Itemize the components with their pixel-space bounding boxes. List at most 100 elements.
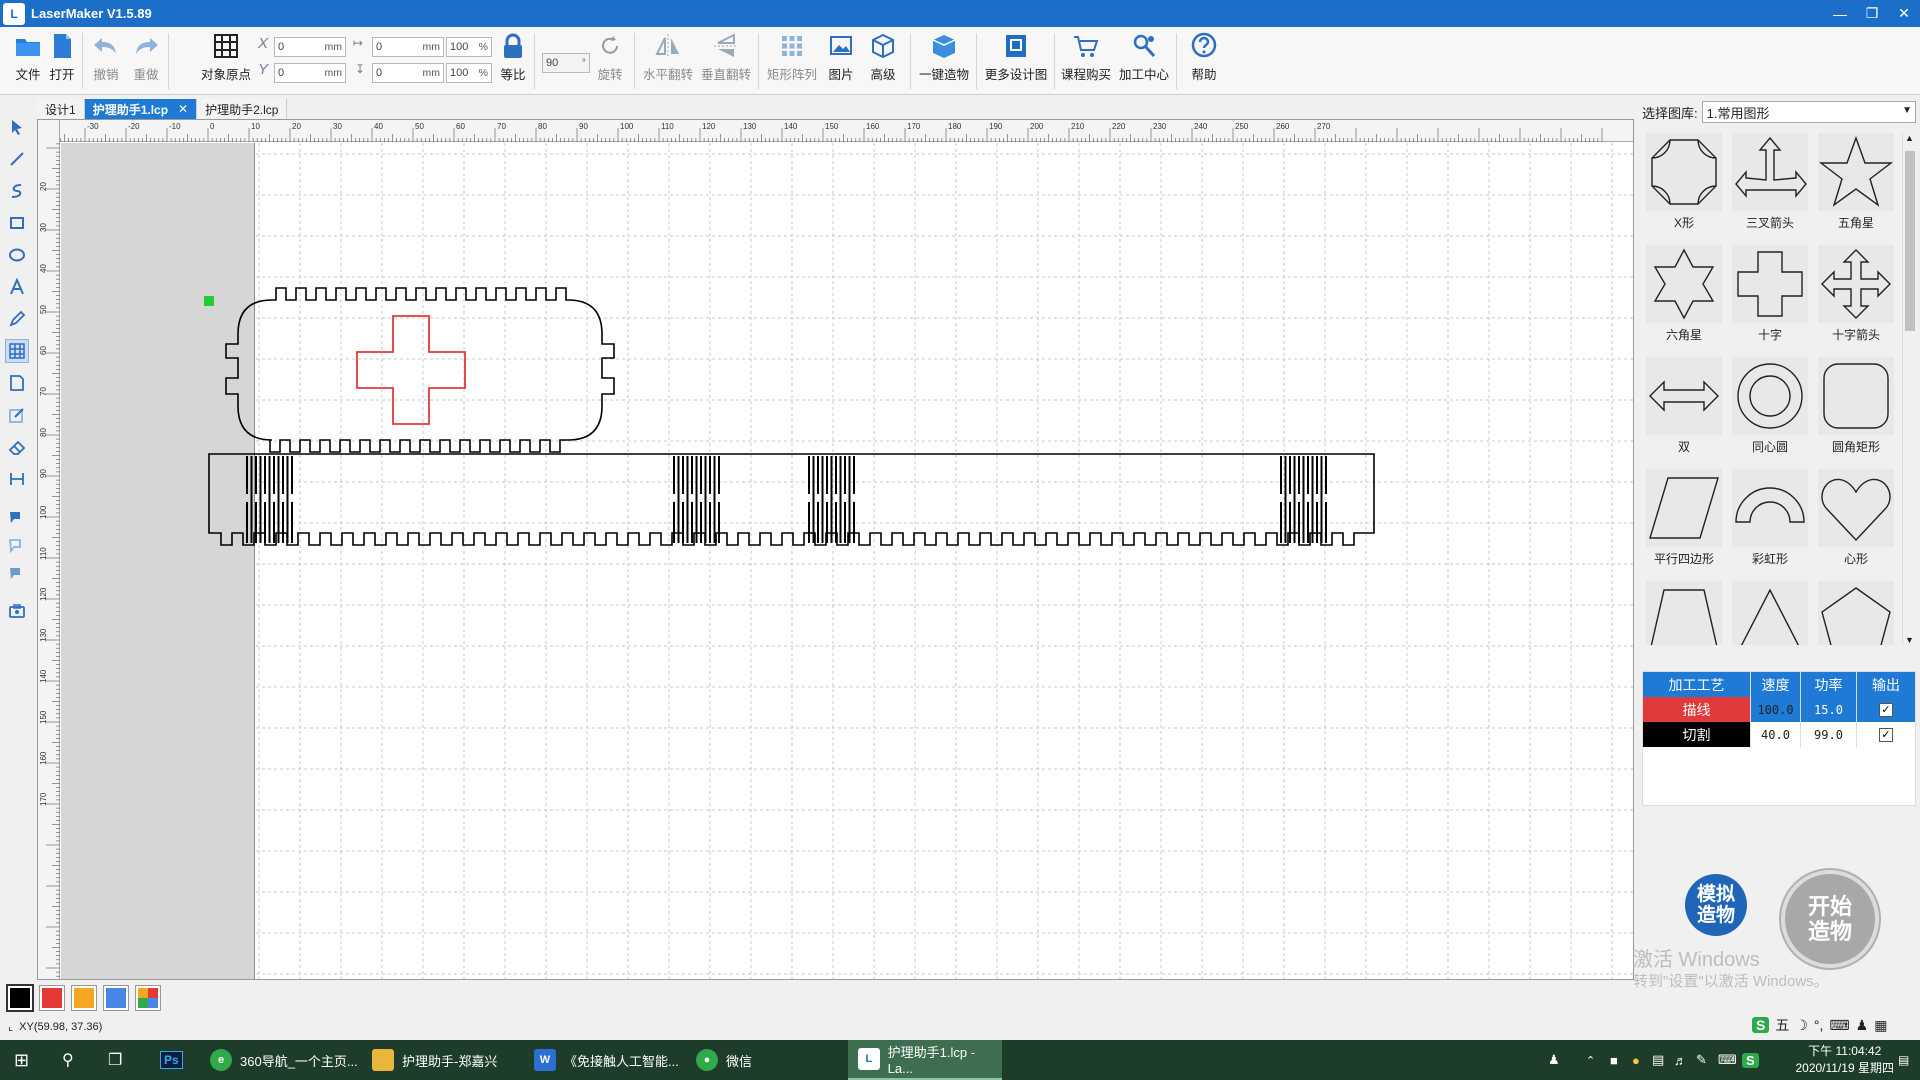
people-icon[interactable]: ♟ [1548, 1040, 1560, 1080]
more-designs-button[interactable]: 更多设计图 [982, 31, 1050, 89]
color-swatch-red[interactable] [40, 986, 64, 1010]
taskbar-item-word[interactable]: W 《免接触人工智能... [524, 1040, 682, 1080]
sogou-icon[interactable]: S [1752, 1017, 1770, 1033]
taskbar-item-wechat[interactable]: ● 微信 [686, 1040, 844, 1080]
windows-start-icon[interactable]: ⊞ [14, 1040, 29, 1080]
measure-tool[interactable] [5, 467, 29, 491]
photoshop-taskbar-button[interactable]: Ps [160, 1040, 183, 1080]
tab-care-assistant-2[interactable]: 护理助手2.lcp [197, 99, 288, 119]
pen-tool[interactable] [5, 307, 29, 331]
process-row-trace[interactable]: 描线 100.0 15.0 ✓ [1643, 697, 1915, 722]
design-canvas[interactable]: -30 -20 -10 0 10 20 30 40 50 60 70 80 90 100 110 120 130… [37, 119, 1634, 980]
color-swatch-blue[interactable] [104, 986, 128, 1010]
horizontal-flip-button[interactable]: 水平翻转 [640, 31, 696, 89]
shape-item[interactable]: 彩虹形 [1732, 469, 1808, 579]
shape-item[interactable] [1818, 581, 1894, 645]
shape-item[interactable]: X形 [1646, 133, 1722, 243]
minimize-icon[interactable]: — [1824, 0, 1856, 27]
output-checkbox[interactable]: ✓ [1879, 702, 1893, 717]
text-tool[interactable] [5, 275, 29, 299]
shape-item[interactable]: 圆角矩形 [1818, 357, 1894, 467]
ratio-lock-button[interactable]: 等比 [496, 31, 530, 89]
y-position-input[interactable]: 0 mm [274, 63, 346, 83]
drawing-layer[interactable] [38, 120, 1634, 980]
keyboard-tray-icon[interactable]: ⌨ [1718, 1040, 1737, 1080]
moon-icon[interactable]: ☽ [1795, 1017, 1808, 1034]
height-percent-input[interactable]: 100% [446, 63, 492, 83]
shape-item[interactable]: 同心圆 [1732, 357, 1808, 467]
apps-icon[interactable]: ▦ [1874, 1017, 1887, 1034]
fill-tool[interactable] [5, 505, 29, 529]
toolbox-tool[interactable] [5, 599, 29, 623]
shape-item[interactable]: 十字箭头 [1818, 245, 1894, 355]
volume-icon[interactable]: ♬ [1674, 1040, 1687, 1080]
notification-icon[interactable]: ▤ [1898, 1040, 1909, 1080]
close-tab-icon[interactable]: ✕ [178, 102, 188, 116]
process-center-button[interactable]: 加工中心 [1116, 31, 1172, 89]
line-tool[interactable] [5, 147, 29, 171]
shape-library-scrollbar[interactable]: ▲ ▼ [1902, 133, 1916, 645]
chevron-up-icon[interactable]: ⌃ [1586, 1040, 1595, 1080]
shape-item[interactable]: 平行四边形 [1646, 469, 1722, 579]
shape-item[interactable] [1646, 581, 1722, 645]
user-icon[interactable]: ♟ [1856, 1017, 1869, 1034]
tab-care-assistant-1[interactable]: 护理助手1.lcp ✕ [84, 99, 198, 119]
process-row-cut[interactable]: 切割 40.0 99.0 ✓ [1643, 722, 1915, 747]
x-position-input[interactable]: 0 mm [274, 37, 346, 57]
curve-tool[interactable] [5, 179, 29, 203]
restore-icon[interactable]: ❐ [1856, 0, 1888, 27]
security-tray-icon[interactable]: ■ [1610, 1040, 1618, 1080]
redo-button[interactable]: 重做 [128, 31, 164, 89]
rotate-angle-input[interactable]: 90 ° [542, 53, 590, 73]
file-button[interactable]: 文件 [10, 31, 46, 89]
output-checkbox[interactable]: ✓ [1879, 727, 1893, 742]
shape-item[interactable]: 心形 [1818, 469, 1894, 579]
start-make-button[interactable]: 开始造物 [1781, 870, 1879, 968]
color-swatch-orange[interactable] [72, 986, 96, 1010]
task-view-icon[interactable]: ❐ [108, 1040, 122, 1080]
shape-item[interactable] [1732, 581, 1808, 645]
library-dropdown[interactable]: 1.常用图形 ▼ [1701, 101, 1916, 123]
taskbar-clock[interactable]: 下午 11:04:42 2020/11/19 星期四 [1795, 1043, 1894, 1077]
undo-button[interactable]: 撤销 [88, 31, 124, 89]
rect-array-button[interactable]: 矩形阵列 [764, 31, 820, 89]
vertical-flip-button[interactable]: 垂直翻转 [698, 31, 754, 89]
tab-design1[interactable]: 设计1 [37, 99, 85, 119]
network-icon[interactable]: ▤ [1652, 1040, 1664, 1080]
shape-item[interactable]: 六角星 [1646, 245, 1722, 355]
color-swatch-black[interactable] [8, 986, 32, 1010]
eraser-tool[interactable] [5, 435, 29, 459]
simulate-make-button[interactable]: 模拟造物 [1685, 874, 1747, 936]
height-input[interactable]: 0 mm [372, 63, 444, 83]
pen-tray-icon[interactable]: ✎ [1696, 1040, 1707, 1080]
shape-item[interactable]: 十字 [1732, 245, 1808, 355]
search-icon[interactable]: ⚲ [62, 1040, 74, 1080]
object-origin-button[interactable]: 对象原点 [196, 31, 256, 89]
stamp-tool[interactable] [5, 533, 29, 557]
punctuation-icon[interactable]: °, [1814, 1017, 1824, 1033]
help-button[interactable]: 帮助 [1184, 31, 1224, 89]
shape-item[interactable]: 三叉箭头 [1732, 133, 1808, 243]
paint-tool[interactable] [5, 561, 29, 585]
select-tool[interactable] [5, 115, 29, 139]
close-icon[interactable]: ✕ [1888, 0, 1920, 27]
taskbar-item-browser[interactable]: e 360导航_一个主页... [200, 1040, 358, 1080]
keyboard-icon[interactable]: ⌨ [1829, 1017, 1849, 1034]
grid-tool[interactable] [5, 339, 29, 363]
tray-app-icon[interactable]: ● [1632, 1040, 1640, 1080]
width-input[interactable]: 0 mm [372, 37, 444, 57]
shape-item[interactable]: 五角星 [1818, 133, 1894, 243]
ime-mode[interactable]: 五 [1775, 1015, 1789, 1035]
ellipse-tool[interactable] [5, 243, 29, 267]
width-percent-input[interactable]: 100% [446, 37, 492, 57]
taskbar-item-folder[interactable]: 护理助手-郑嘉兴 [362, 1040, 520, 1080]
shape-item[interactable]: 双 [1646, 357, 1722, 467]
image-button[interactable]: 图片 [824, 31, 858, 89]
taskbar-item-lasermaker[interactable]: L 护理助手1.lcp - La... [848, 1040, 1002, 1080]
advanced-button[interactable]: 高级 [866, 31, 900, 89]
course-purchase-button[interactable]: 课程购买 [1058, 31, 1114, 89]
open-button[interactable]: 打开 [44, 31, 80, 89]
rectangle-tool[interactable] [5, 211, 29, 235]
edit-tool[interactable] [5, 403, 29, 427]
one-click-make-button[interactable]: 一键造物 [916, 31, 972, 89]
